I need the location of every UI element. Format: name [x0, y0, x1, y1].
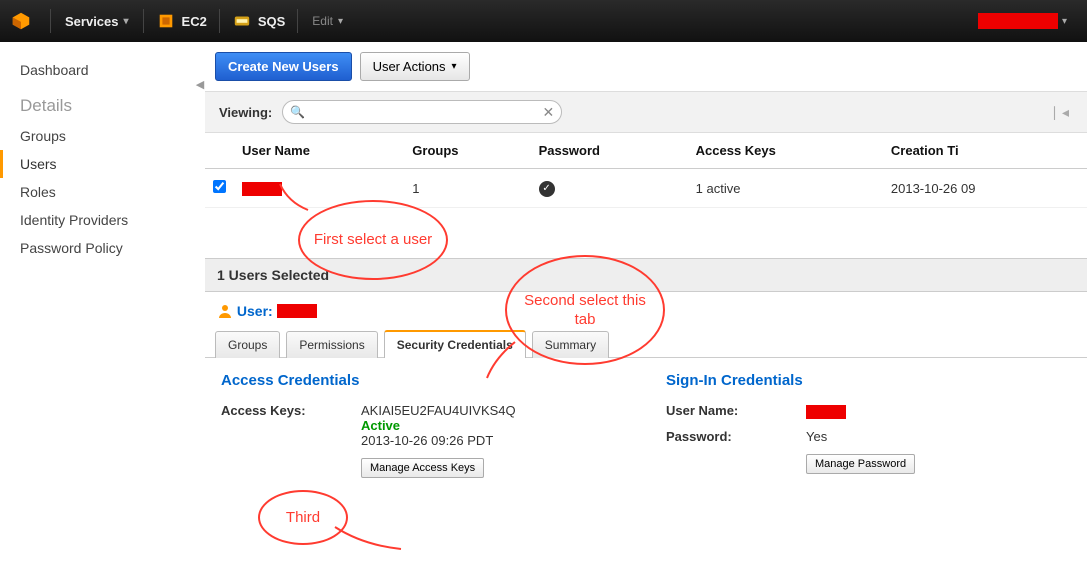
services-menu[interactable]: Services ▾	[55, 0, 139, 42]
top-nav: Services ▾ EC2 SQS Edit ▾ ▾	[0, 0, 1087, 42]
col-creation-time[interactable]: Creation Ti	[883, 133, 1087, 169]
create-users-button[interactable]: Create New Users	[215, 52, 352, 81]
chevron-down-icon: ▾	[1062, 16, 1067, 27]
search-input[interactable]	[282, 100, 562, 124]
manage-access-keys-button[interactable]: Manage Access Keys	[361, 458, 484, 478]
detail-user-line: User:	[205, 292, 1087, 329]
col-checkbox	[205, 133, 234, 169]
sidebar-item-roles[interactable]: Roles	[20, 178, 195, 206]
table-row[interactable]: 1 ✓ 1 active 2013-10-26 09	[205, 169, 1087, 208]
check-circle-icon: ✓	[539, 181, 555, 197]
search-icon: 🔍	[290, 105, 305, 119]
username-redacted	[242, 182, 282, 196]
divider	[50, 9, 51, 33]
sqs-icon	[232, 11, 252, 31]
ec2-icon	[156, 11, 176, 31]
cell-groups: 1	[404, 169, 530, 208]
tab-groups[interactable]: Groups	[215, 331, 280, 358]
col-groups[interactable]: Groups	[404, 133, 530, 169]
divider	[219, 9, 220, 33]
cell-creation: 2013-10-26 09	[883, 169, 1087, 208]
user-actions-label: User Actions	[373, 59, 446, 74]
search-wrap: 🔍 ✕	[282, 100, 562, 124]
edit-label: Edit	[312, 14, 333, 28]
chevron-down-icon: ▾	[452, 61, 457, 72]
user-actions-button[interactable]: User Actions ▾	[360, 52, 470, 81]
manage-password-button[interactable]: Manage Password	[806, 454, 915, 474]
sidebar: Dashboard Details Groups Users Roles Ide…	[0, 42, 195, 565]
detail-header: 1 Users Selected	[205, 258, 1087, 292]
edit-shortcuts[interactable]: Edit ▾	[302, 0, 353, 42]
shortcut-sqs[interactable]: SQS	[224, 0, 293, 42]
aws-logo-icon	[10, 10, 32, 32]
toolbar: Create New Users User Actions ▾	[205, 42, 1087, 91]
sidebar-item-password-policy[interactable]: Password Policy	[20, 234, 195, 262]
account-menu[interactable]: ▾	[968, 0, 1077, 42]
viewing-label: Viewing:	[219, 105, 272, 120]
sidebar-item-groups[interactable]: Groups	[20, 122, 195, 150]
sidebar-item-users[interactable]: Users	[0, 150, 195, 178]
sidebar-item-dashboard[interactable]: Dashboard	[20, 56, 195, 84]
tab-permissions[interactable]: Permissions	[286, 331, 377, 358]
col-password[interactable]: Password	[531, 133, 688, 169]
access-keys-label: Access Keys:	[221, 403, 361, 478]
clear-search-icon[interactable]: ✕	[542, 104, 554, 121]
shortcut-ec2-label: EC2	[182, 14, 207, 29]
detail-tabs: Groups Permissions Security Credentials …	[205, 329, 1087, 358]
users-table: User Name Groups Password Access Keys Cr…	[205, 133, 1087, 208]
users-table-area: User Name Groups Password Access Keys Cr…	[205, 133, 1087, 258]
detail-body: Access Credentials Access Keys: AKIAI5EU…	[205, 358, 1087, 508]
pager-first-prev[interactable]: ∣◂	[1051, 104, 1073, 121]
shortcut-sqs-label: SQS	[258, 14, 285, 29]
cell-access-keys: 1 active	[688, 169, 883, 208]
access-key-created: 2013-10-26 09:26 PDT	[361, 433, 516, 448]
detail-username-redacted	[277, 304, 317, 318]
signin-username-label: User Name:	[666, 403, 806, 419]
user-label: User:	[237, 303, 273, 319]
tab-summary[interactable]: Summary	[532, 331, 609, 358]
sidebar-item-identity-providers[interactable]: Identity Providers	[20, 206, 195, 234]
col-access-keys[interactable]: Access Keys	[688, 133, 883, 169]
access-key-status: Active	[361, 418, 516, 433]
chevron-down-icon: ▾	[124, 16, 129, 27]
view-bar: Viewing: 🔍 ✕ ∣◂	[205, 91, 1087, 133]
chevron-down-icon: ▾	[338, 16, 343, 27]
col-username[interactable]: User Name	[234, 133, 404, 169]
signin-credentials-title: Sign-In Credentials	[666, 372, 1071, 389]
tab-security-credentials[interactable]: Security Credentials	[384, 330, 526, 358]
access-key-id: AKIAI5EU2FAU4UIVKS4Q	[361, 403, 516, 418]
account-name-redacted	[978, 13, 1058, 29]
divider	[143, 9, 144, 33]
access-credentials-section: Access Credentials Access Keys: AKIAI5EU…	[221, 372, 626, 488]
signin-credentials-section: Sign-In Credentials User Name: Password:…	[666, 372, 1071, 488]
user-icon	[217, 302, 233, 319]
divider	[297, 9, 298, 33]
password-value: Yes	[806, 429, 827, 444]
main-panel: Create New Users User Actions ▾ Viewing:…	[205, 42, 1087, 565]
signin-username-redacted	[806, 405, 846, 419]
access-credentials-title: Access Credentials	[221, 372, 626, 389]
password-label: Password:	[666, 429, 806, 444]
services-label: Services	[65, 14, 119, 29]
row-checkbox[interactable]	[213, 180, 226, 193]
sidebar-collapse-handle[interactable]: ◀	[195, 78, 205, 91]
shortcut-ec2[interactable]: EC2	[148, 0, 215, 42]
sidebar-heading-details: Details	[20, 84, 195, 122]
